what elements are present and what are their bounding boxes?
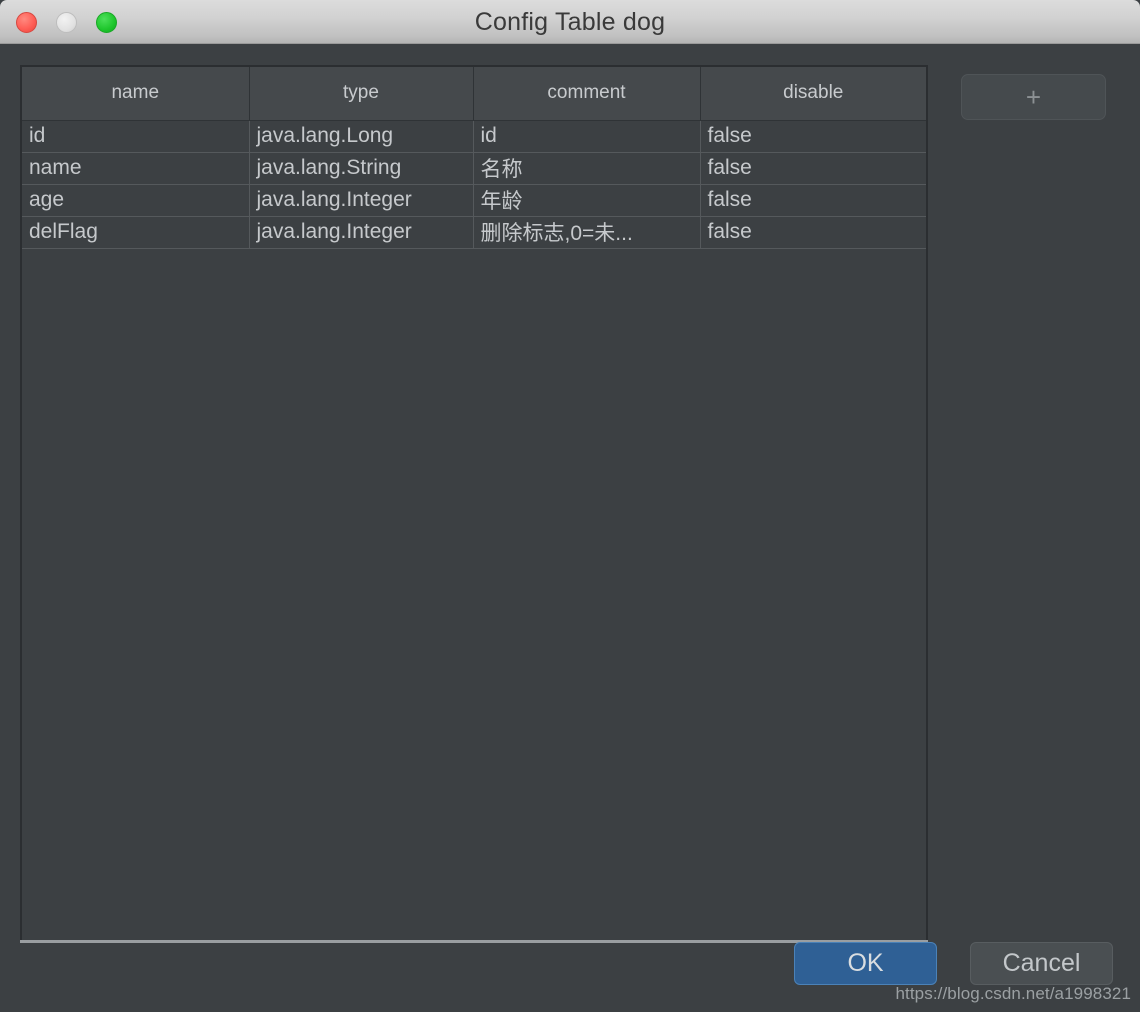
cancel-button[interactable]: Cancel xyxy=(970,942,1113,985)
title-bar: Config Table dog xyxy=(0,0,1140,44)
cell-disable[interactable]: false xyxy=(700,216,926,249)
cell-type[interactable]: java.lang.Integer xyxy=(249,184,474,217)
fields-table: name type comment disable id java.lang.L… xyxy=(22,67,926,249)
cell-type[interactable]: java.lang.Long xyxy=(249,120,474,153)
column-header-disable[interactable]: disable xyxy=(700,67,926,121)
zoom-window-button[interactable] xyxy=(96,12,117,33)
cancel-button-label: Cancel xyxy=(1002,949,1081,977)
cell-comment[interactable]: 年龄 xyxy=(473,184,701,217)
table-header: name type comment disable xyxy=(22,67,926,121)
cell-type[interactable]: java.lang.String xyxy=(249,152,474,185)
cell-disable[interactable]: false xyxy=(700,184,926,217)
cell-type[interactable]: java.lang.Integer xyxy=(249,216,474,249)
table-bottom-rule xyxy=(20,940,928,943)
table-row[interactable]: name java.lang.String 名称 false xyxy=(22,152,926,185)
cell-comment[interactable]: 名称 xyxy=(473,152,701,185)
cell-name[interactable]: name xyxy=(22,152,250,185)
cell-comment[interactable]: id xyxy=(473,120,701,153)
table-header-row: name type comment disable xyxy=(22,67,926,121)
plus-icon: + xyxy=(1025,82,1042,112)
column-header-comment[interactable]: comment xyxy=(473,67,701,121)
close-window-button[interactable] xyxy=(16,12,37,33)
window-controls xyxy=(16,12,117,33)
config-table-window: Config Table dog name type comment disab… xyxy=(0,0,1140,1012)
table-row[interactable]: delFlag java.lang.Integer 删除标志,0=未... fa… xyxy=(22,216,926,249)
cell-disable[interactable]: false xyxy=(700,120,926,153)
table-body: id java.lang.Long id false name java.lan… xyxy=(22,120,926,249)
column-header-name[interactable]: name xyxy=(22,67,250,121)
cell-name[interactable]: delFlag xyxy=(22,216,250,249)
watermark-text: https://blog.csdn.net/a1998321 xyxy=(895,984,1131,1003)
cell-name[interactable]: id xyxy=(22,120,250,153)
ok-button-label: OK xyxy=(847,949,884,977)
cell-name[interactable]: age xyxy=(22,184,250,217)
minimize-window-button[interactable] xyxy=(56,12,77,33)
column-header-type[interactable]: type xyxy=(249,67,474,121)
cell-disable[interactable]: false xyxy=(700,152,926,185)
dialog-content: name type comment disable id java.lang.L… xyxy=(0,44,1140,1012)
add-row-button[interactable]: + xyxy=(961,74,1106,120)
cell-comment[interactable]: 删除标志,0=未... xyxy=(473,216,701,249)
table-row[interactable]: id java.lang.Long id false xyxy=(22,120,926,153)
ok-button[interactable]: OK xyxy=(794,942,937,985)
table-row[interactable]: age java.lang.Integer 年龄 false xyxy=(22,184,926,217)
window-title: Config Table dog xyxy=(474,8,666,36)
fields-table-panel: name type comment disable id java.lang.L… xyxy=(20,65,928,940)
